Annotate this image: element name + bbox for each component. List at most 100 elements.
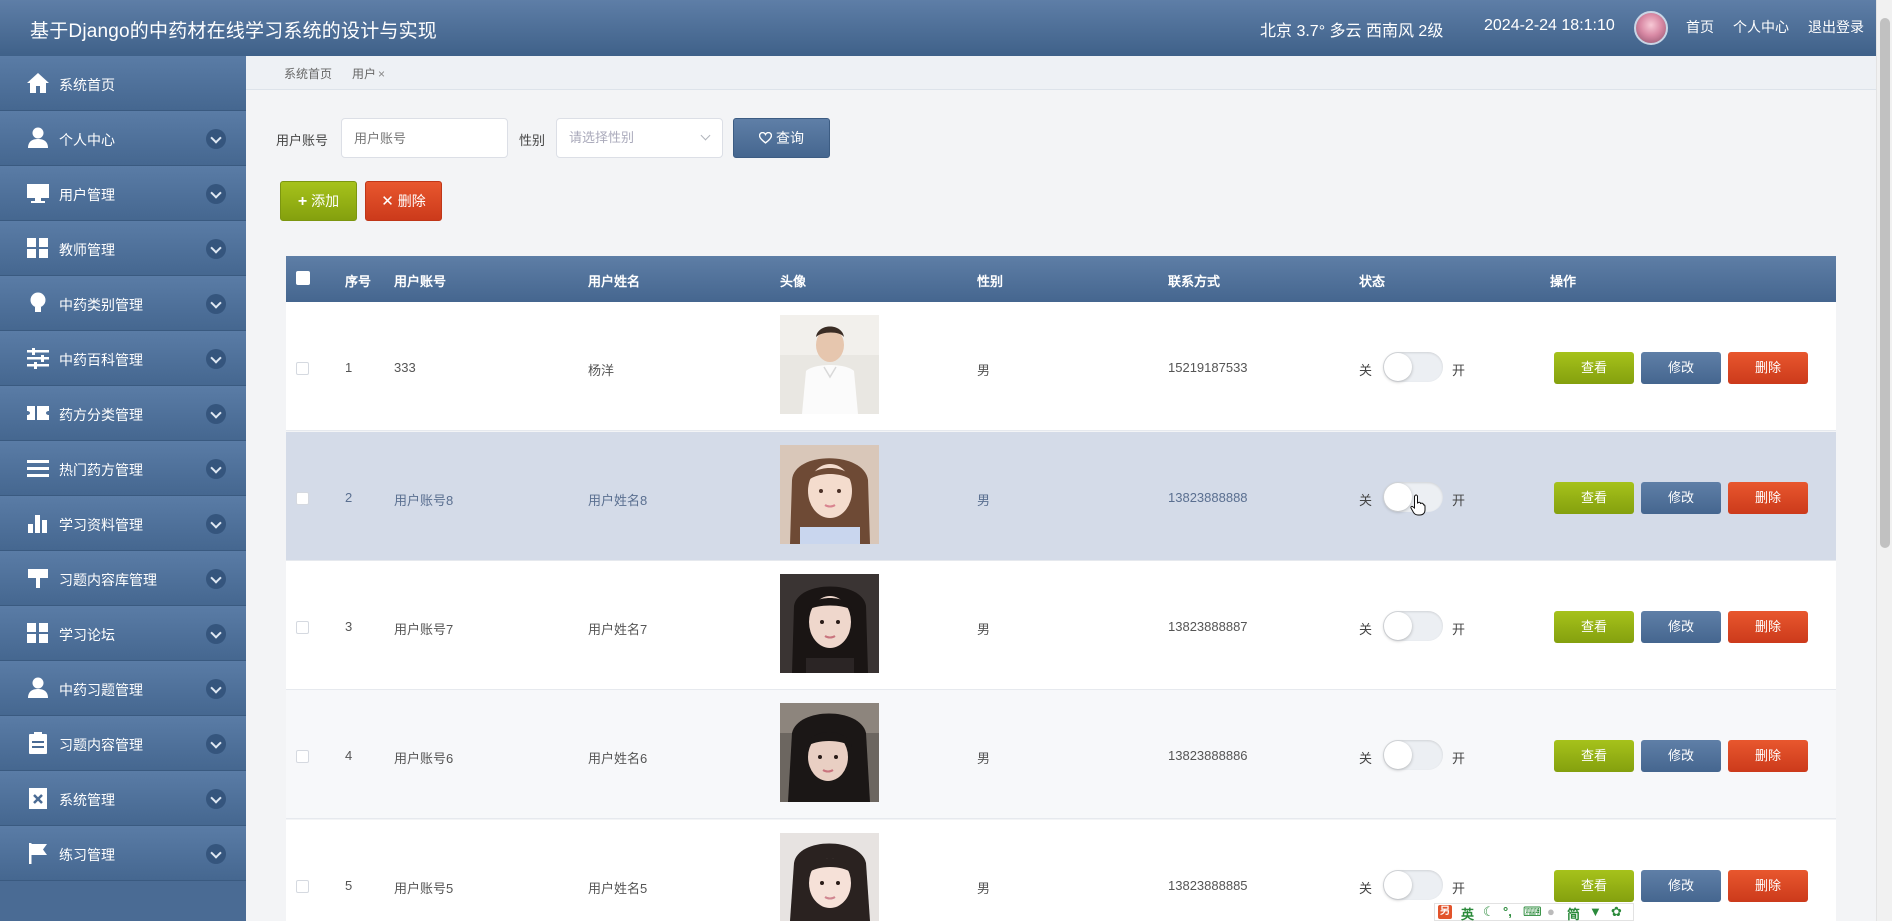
avatar-photo[interactable] — [780, 445, 879, 544]
sidebar-item-teachers[interactable]: 教师管理 — [0, 221, 246, 276]
row-checkbox[interactable] — [296, 880, 309, 893]
cell-index: 2 — [345, 490, 353, 505]
delete-button[interactable]: 删除 — [1728, 482, 1808, 514]
delete-button[interactable]: 删除 — [1728, 870, 1808, 902]
view-button[interactable]: 查看 — [1554, 611, 1634, 643]
select-all-checkbox[interactable] — [296, 271, 310, 285]
cell-name: 用户姓名6 — [588, 751, 648, 766]
cell-gender: 男 — [977, 751, 991, 766]
cell-index: 3 — [345, 619, 353, 634]
add-button[interactable]: + 添加 — [280, 181, 357, 221]
edit-button[interactable]: 修改 — [1641, 870, 1721, 902]
sidebar-item-profile[interactable]: 个人中心 — [0, 111, 246, 166]
breadcrumb-home[interactable]: 系统首页 — [284, 65, 332, 82]
sidebar-item-study-material[interactable]: 学习资料管理 — [0, 496, 246, 551]
status-toggle[interactable] — [1383, 352, 1443, 382]
home-link[interactable]: 首页 — [1686, 17, 1714, 37]
user-icon[interactable]: ● — [1547, 904, 1555, 919]
cell-phone: 15219187533 — [1168, 360, 1248, 375]
switch-on-label: 开 — [1452, 751, 1466, 766]
batch-delete-button[interactable]: ✕ 删除 — [365, 181, 442, 221]
sidebar-item-practice[interactable]: 练习管理 — [0, 826, 246, 881]
sidebar-item-prescription-category[interactable]: 药方分类管理 — [0, 386, 246, 441]
keyboard-icon[interactable]: ⌨ — [1523, 904, 1542, 920]
status-toggle[interactable] — [1383, 611, 1443, 641]
view-button[interactable]: 查看 — [1554, 482, 1634, 514]
sidebar-item-system[interactable]: 系统管理 — [0, 771, 246, 826]
cell-account: 用户账号8 — [394, 493, 454, 508]
monitor-icon — [27, 184, 49, 203]
profile-link[interactable]: 个人中心 — [1733, 17, 1789, 37]
breadcrumb-current-label: 用户 — [352, 67, 377, 81]
chevron-down-icon — [700, 130, 711, 141]
row-checkbox[interactable] — [296, 492, 309, 505]
sidebar-item-users[interactable]: 用户管理 — [0, 166, 246, 221]
punctuation-icon[interactable]: °, — [1503, 904, 1512, 919]
sidebar-item-question-bank[interactable]: 习题内容库管理 — [0, 551, 246, 606]
switch-on-label: 开 — [1452, 363, 1466, 378]
chevron-down-icon — [206, 844, 226, 864]
shirt-icon[interactable]: ▼ — [1589, 904, 1602, 919]
avatar-photo[interactable] — [780, 574, 879, 673]
gender-select[interactable]: 请选择性别 — [556, 118, 723, 158]
row-checkbox[interactable] — [296, 750, 309, 763]
sidebar-item-forum[interactable]: 学习论坛 — [0, 606, 246, 661]
grid-icon — [27, 238, 48, 258]
avatar[interactable] — [1634, 11, 1668, 45]
row-checkbox[interactable] — [296, 621, 309, 634]
toggle-knob — [1384, 483, 1412, 511]
close-icon[interactable]: × — [378, 67, 385, 81]
sidebar-item-hot-prescription[interactable]: 热门药方管理 — [0, 441, 246, 496]
switch-on-label: 开 — [1452, 881, 1466, 896]
breadcrumb-current[interactable]: 用户 × — [352, 65, 385, 82]
gear-icon[interactable]: ✿ — [1611, 904, 1622, 920]
status-toggle[interactable] — [1383, 870, 1443, 900]
chevron-down-icon — [206, 789, 226, 809]
delete-button[interactable]: 删除 — [1728, 352, 1808, 384]
cell-index: 1 — [345, 360, 353, 375]
col-gender: 性别 — [977, 274, 1004, 289]
table-row: 3 用户账号7 用户姓名7 男 13823888887 关 开 查看 修改 删除 — [286, 561, 1836, 690]
logout-link[interactable]: 退出登录 — [1808, 17, 1864, 37]
view-button[interactable]: 查看 — [1554, 740, 1634, 772]
edit-button[interactable]: 修改 — [1641, 352, 1721, 384]
sidebar-item-question-content[interactable]: 习题内容管理 — [0, 716, 246, 771]
scrollbar-thumb[interactable] — [1880, 18, 1890, 548]
toggle-knob — [1384, 353, 1412, 381]
cell-gender: 男 — [977, 881, 991, 896]
query-button[interactable]: 查询 — [733, 118, 830, 158]
edit-button[interactable]: 修改 — [1641, 740, 1721, 772]
gender-select-placeholder: 请选择性别 — [569, 130, 635, 145]
view-button[interactable]: 查看 — [1554, 870, 1634, 902]
ime-lang-toggle[interactable]: 英 — [1461, 904, 1474, 921]
sidebar-item-herb-encyclopedia[interactable]: 中药百科管理 — [0, 331, 246, 386]
ime-mode-toggle[interactable]: 简 — [1567, 904, 1580, 921]
chevron-down-icon — [206, 624, 226, 644]
avatar-photo[interactable] — [780, 833, 879, 921]
switch-off-label: 关 — [1359, 363, 1373, 378]
delete-button[interactable]: 删除 — [1728, 740, 1808, 772]
avatar-photo[interactable] — [780, 315, 879, 414]
sidebar-item-home[interactable]: 系统首页 — [0, 56, 246, 111]
chevron-down-icon — [206, 459, 226, 479]
status-toggle[interactable] — [1383, 740, 1443, 770]
edit-button[interactable]: 修改 — [1641, 482, 1721, 514]
account-search-input[interactable] — [341, 118, 508, 158]
sidebar-item-label: 系统管理 — [59, 792, 115, 808]
view-button[interactable]: 查看 — [1554, 352, 1634, 384]
moon-icon[interactable]: ☾ — [1483, 904, 1495, 920]
toggle-knob — [1384, 741, 1412, 769]
row-checkbox[interactable] — [296, 362, 309, 375]
col-avatar: 头像 — [780, 274, 807, 289]
sidebar-item-label: 练习管理 — [59, 847, 115, 863]
ime-toolbar: 另 英 ☾ °, ⌨ ● 简 ▼ ✿ — [1434, 903, 1634, 921]
page-scrollbar[interactable] — [1876, 0, 1892, 921]
sidebar-item-herb-exercise[interactable]: 中药习题管理 — [0, 661, 246, 716]
avatar-photo[interactable] — [780, 703, 879, 802]
delete-button[interactable]: 删除 — [1728, 611, 1808, 643]
sidebar-item-label: 个人中心 — [59, 132, 115, 148]
home-icon — [27, 73, 49, 93]
sidebar-item-herb-category[interactable]: 中药类别管理 — [0, 276, 246, 331]
edit-button[interactable]: 修改 — [1641, 611, 1721, 643]
list-icon — [27, 460, 49, 477]
